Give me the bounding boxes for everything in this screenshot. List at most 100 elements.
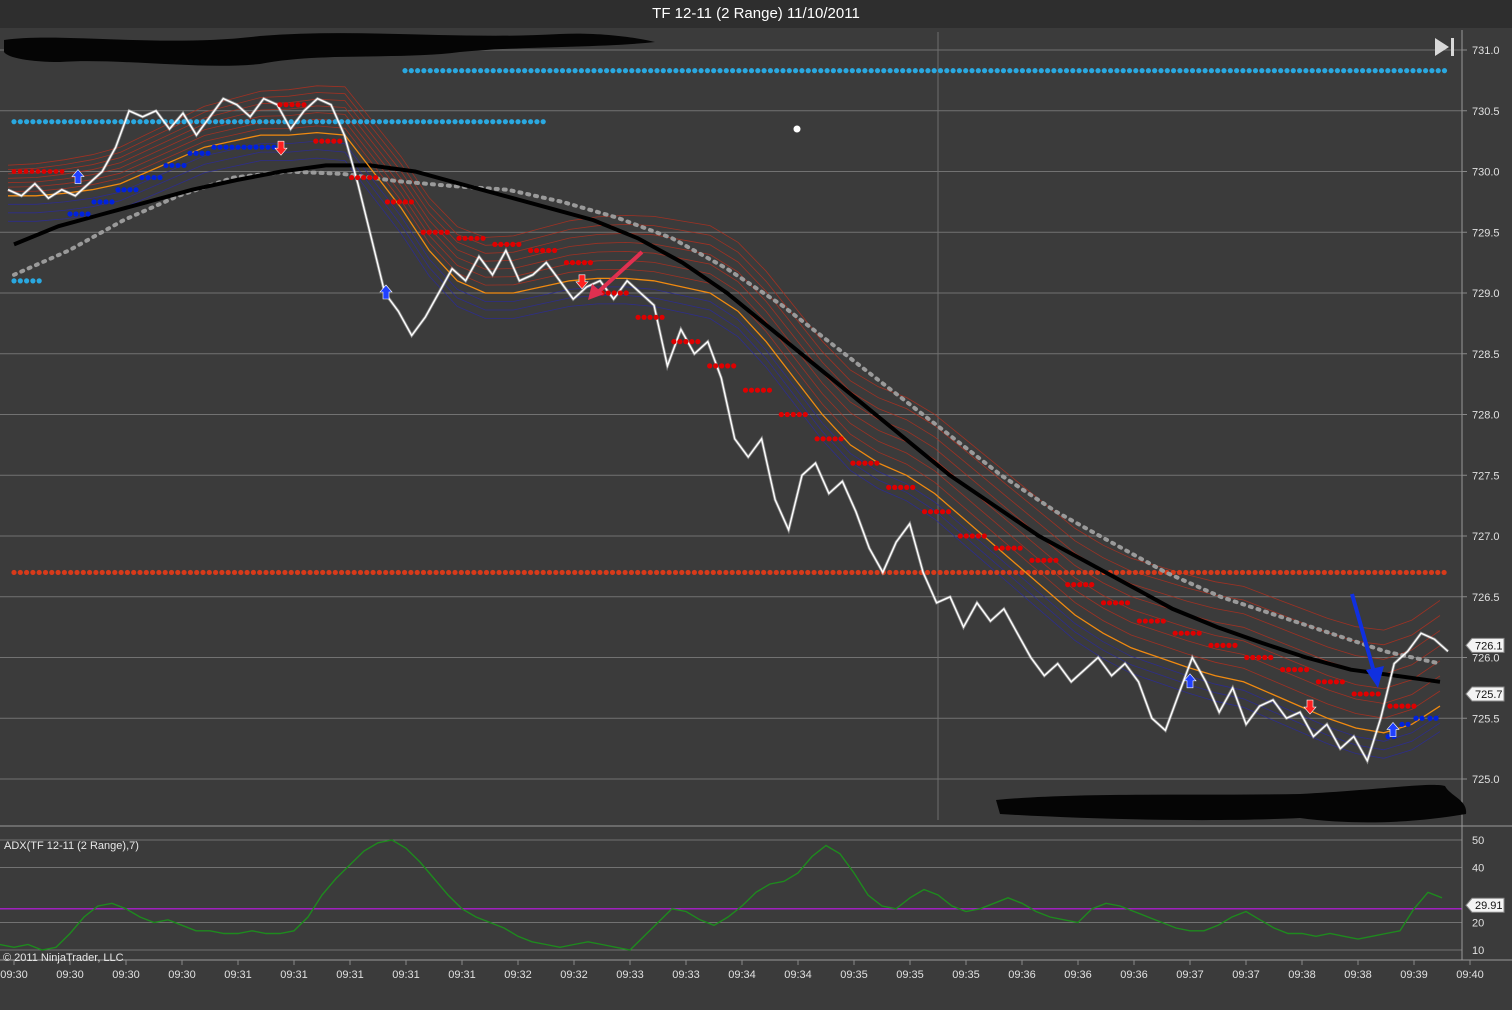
level-dot <box>187 569 193 576</box>
level-dot <box>861 569 868 576</box>
level-dot <box>1208 68 1214 74</box>
level-dot <box>603 569 609 576</box>
level-dot <box>446 68 452 74</box>
level-dot <box>792 569 798 576</box>
level-dot <box>584 569 590 576</box>
level-dot <box>1208 569 1214 576</box>
red-stop-dot <box>1256 654 1262 661</box>
red-stop-dot <box>1351 691 1357 697</box>
level-dot <box>471 68 477 74</box>
level-dot <box>811 569 817 576</box>
level-dot <box>729 569 735 576</box>
red-stop-dot <box>1220 642 1226 648</box>
red-stop-dot <box>790 411 796 418</box>
level-dot <box>219 569 225 576</box>
level-dot <box>1328 68 1334 74</box>
blue-stop-dot <box>259 144 265 150</box>
level-dot <box>1189 569 1195 576</box>
level-dot <box>137 569 143 576</box>
adx-tick-label: 50 <box>1472 835 1484 847</box>
level-dot <box>887 569 893 576</box>
red-stop-dot <box>1268 654 1274 661</box>
level-dot <box>288 569 294 576</box>
level-dot <box>465 119 471 125</box>
time-tick-label: 09:31 <box>392 969 420 981</box>
chart-area[interactable]: 731.0 730.5 730.0 729.5 729.0 728.5 728.0 727.5… <box>0 0 1512 1010</box>
red-stop-dot <box>713 363 719 369</box>
red-stop-dot <box>349 174 355 181</box>
red-stop-dot <box>569 260 576 266</box>
adx-tick-label: 10 <box>1472 945 1484 957</box>
red-stop-dot <box>939 509 946 515</box>
level-dot <box>761 569 767 576</box>
price-tick-label: 725.0 <box>1472 774 1500 786</box>
level-dot <box>710 569 716 576</box>
level-dot <box>591 68 597 74</box>
level-dot <box>836 569 842 576</box>
level-dot <box>1240 68 1246 74</box>
level-dot <box>1114 68 1120 74</box>
red-stop-dot <box>1065 582 1071 588</box>
level-dot <box>578 569 584 576</box>
level-dot <box>900 68 906 74</box>
level-dot <box>402 569 408 576</box>
red-stop-dot <box>456 235 462 241</box>
level-dot <box>509 569 515 576</box>
blue-stop-dot <box>193 150 199 156</box>
level-dot <box>534 569 540 576</box>
level-dot <box>515 68 522 74</box>
level-dot <box>1000 68 1007 74</box>
level-dot <box>459 68 465 74</box>
level-dot <box>641 569 647 576</box>
level-dot <box>1429 68 1435 74</box>
level-dot <box>1322 68 1328 74</box>
level-dot <box>1277 569 1283 576</box>
red-stop-dot <box>474 235 480 241</box>
red-stop-dot <box>862 460 868 466</box>
red-stop-dot <box>850 460 856 466</box>
blue-stop-dot <box>217 144 223 150</box>
level-dot <box>112 569 118 576</box>
level-dot <box>1050 569 1057 576</box>
red-stop-dot <box>1184 630 1190 636</box>
red-stop-dot <box>1029 557 1035 563</box>
level-dot <box>1422 569 1428 576</box>
level-dot <box>597 569 603 576</box>
level-dot <box>1126 569 1132 576</box>
price-tick-label: 729.0 <box>1472 288 1500 300</box>
level-dot <box>446 119 452 125</box>
level-dot <box>1183 569 1189 576</box>
level-dot <box>1057 68 1063 74</box>
level-dot <box>969 569 975 576</box>
red-stop-dot <box>402 199 409 205</box>
red-stop-dot <box>617 290 623 296</box>
red-stop-dot <box>331 138 337 144</box>
red-stop-dot <box>969 533 975 539</box>
red-stop-dot <box>641 314 647 320</box>
level-dot <box>231 569 238 576</box>
red-stop-dot <box>480 235 486 241</box>
level-dot <box>956 569 962 576</box>
level-dot <box>118 569 124 576</box>
red-stop-dot <box>1393 703 1399 709</box>
level-dot <box>24 278 30 284</box>
level-dot <box>893 569 899 576</box>
red-stop-dot <box>1011 545 1017 551</box>
red-stop-dot <box>659 314 665 320</box>
level-dot <box>105 119 112 125</box>
red-stop-dot <box>981 533 987 539</box>
level-dot <box>597 68 603 74</box>
level-dot <box>1365 569 1372 576</box>
level-dot <box>36 119 42 125</box>
level-dot <box>1315 569 1321 576</box>
red-stop-dot <box>1172 630 1178 636</box>
blue-stop-dot <box>175 162 181 169</box>
level-dot <box>843 569 849 576</box>
red-stop-dot <box>1154 618 1160 624</box>
red-stop-dot <box>1083 582 1089 588</box>
level-dot <box>528 119 534 125</box>
level-dot <box>881 68 887 74</box>
level-dot <box>628 569 635 576</box>
level-dot <box>1296 569 1302 576</box>
level-dot <box>301 119 307 125</box>
